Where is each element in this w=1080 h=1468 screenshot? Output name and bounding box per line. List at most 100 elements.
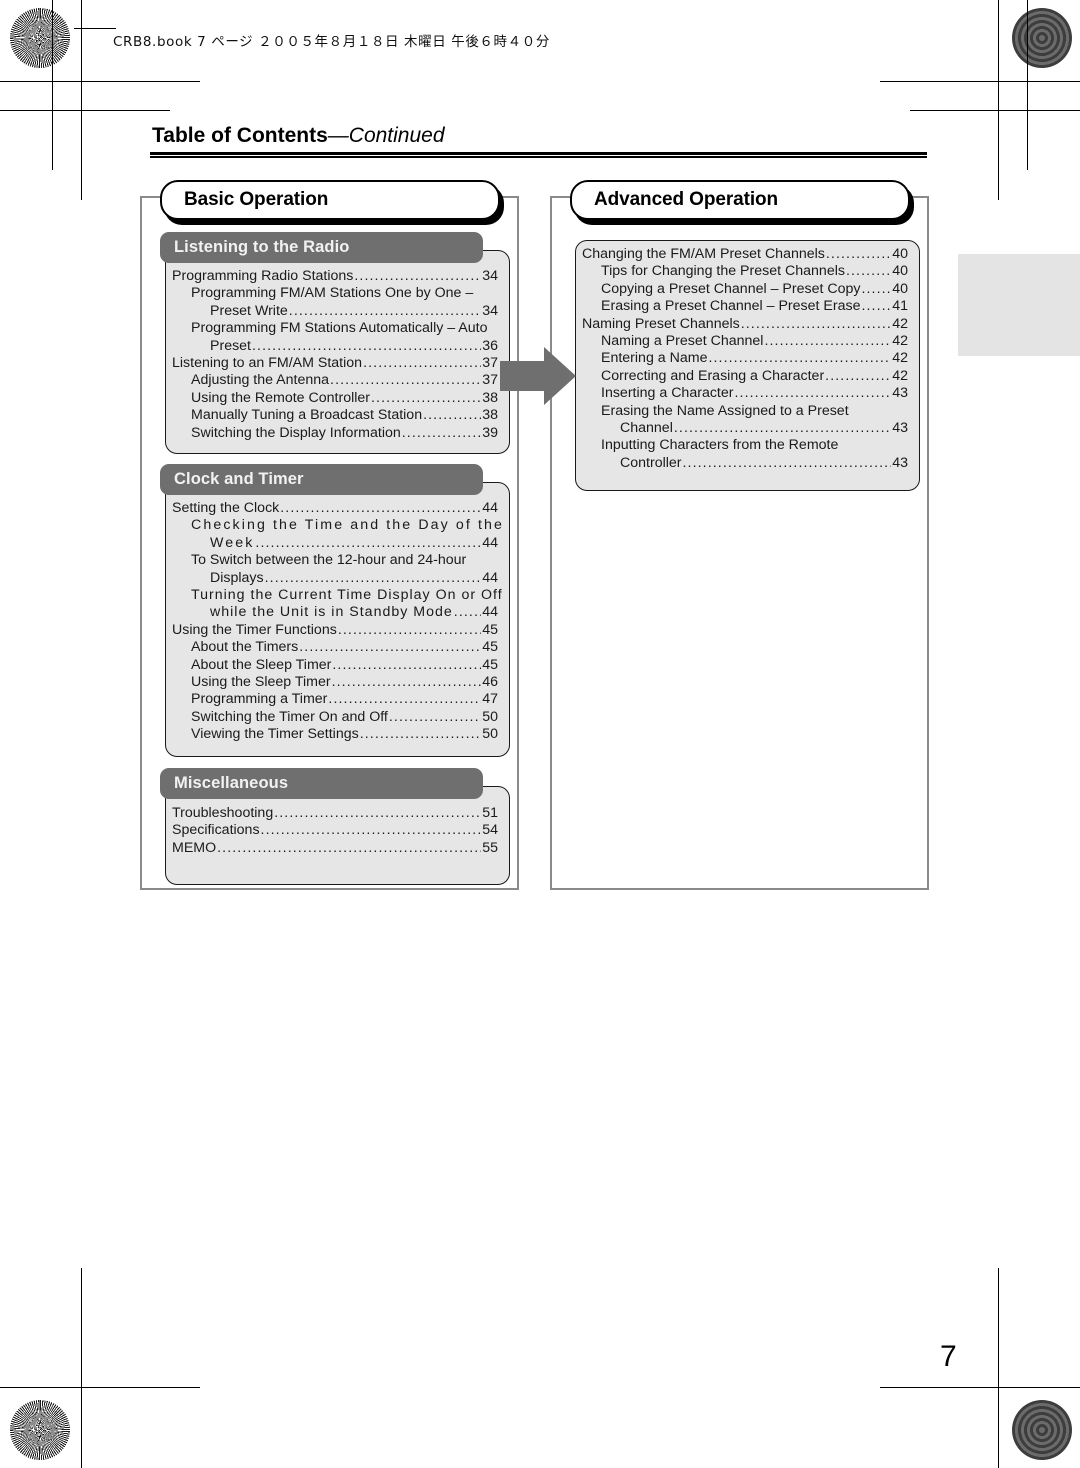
toc-entry-label: Using the Sleep Timer <box>191 674 331 691</box>
toc-entry-page: 43 <box>892 420 908 437</box>
toc-entry[interactable]: Troubleshooting.........................… <box>172 805 498 822</box>
toc-entry-label: Viewing the Timer Settings <box>191 726 359 743</box>
toc-entry[interactable]: Specifications..........................… <box>172 822 498 839</box>
toc-entry-label: Week <box>210 534 255 551</box>
toc-leader-dots: ........................................… <box>330 372 482 389</box>
toc-entry[interactable]: Naming Preset Channels..................… <box>582 316 908 333</box>
toc-entry-page: 34 <box>482 302 498 319</box>
toc-entry[interactable]: Changing the FM/AM Preset Channels......… <box>582 246 908 263</box>
toc-entry[interactable]: Turning the Current Time Display On or O… <box>172 587 502 604</box>
toc-entry[interactable]: Programming a Timer.....................… <box>172 691 498 708</box>
toc-entry[interactable]: Channel.................................… <box>582 420 908 437</box>
toc-entry-page: 44 <box>482 604 498 621</box>
toc-entry-label: Turning the Current Time Display On or O… <box>191 587 503 604</box>
toc-entry[interactable]: Erasing the Name Assigned to a Preset...… <box>582 403 908 420</box>
registration-mark-icon <box>963 1385 1019 1441</box>
toc-entry[interactable]: Setting the Clock.......................… <box>172 500 498 517</box>
toc-leader-dots: ........................................… <box>673 420 892 437</box>
toc-entry[interactable]: Using the Timer Functions...............… <box>172 622 498 639</box>
toc-list-miscellaneous: Troubleshooting.........................… <box>172 805 498 857</box>
toc-leader-dots: ........................................… <box>332 656 481 673</box>
registration-mark-icon <box>5 1318 61 1374</box>
toc-entry-page: 42 <box>892 367 908 384</box>
toc-entry[interactable]: Manually Tuning a Broadcast Station.....… <box>172 407 498 424</box>
toc-entry-label: About the Sleep Timer <box>191 656 332 673</box>
toc-entry[interactable]: Correcting and Erasing a Character......… <box>582 368 908 385</box>
toc-entry-label: Specifications <box>172 822 260 839</box>
toc-entry[interactable]: About the Sleep Timer...................… <box>172 657 498 674</box>
toc-entry-label: Controller <box>620 454 682 471</box>
toc-leader-dots: ........................................… <box>299 639 481 656</box>
toc-entry-page: 45 <box>482 656 498 673</box>
toc-entry-page: 42 <box>892 315 908 332</box>
toc-entry[interactable]: About the Timers........................… <box>172 639 498 656</box>
toc-entry[interactable]: Week....................................… <box>172 535 498 552</box>
toc-entry-page: 39 <box>482 424 498 441</box>
toc-leader-dots: ........................................… <box>401 424 482 441</box>
toc-entry-page: 44 <box>482 500 498 516</box>
starburst-mark-icon <box>10 8 70 68</box>
toc-entry-label: About the Timers <box>191 639 299 656</box>
title-divider <box>150 152 927 158</box>
toc-entry[interactable]: Using the Sleep Timer...................… <box>172 674 498 691</box>
toc-leader-dots: ........................................… <box>280 500 481 516</box>
header-rule <box>74 28 116 30</box>
toc-entry-label: Manually Tuning a Broadcast Station <box>191 407 423 424</box>
toc-entry-label: Entering a Name <box>601 350 708 367</box>
toc-leader-dots: ........................................… <box>764 333 891 350</box>
book-header-text: CRB8.book 7 ページ ２００５年８月１８日 木曜日 午後６時４０分 <box>113 34 550 50</box>
toc-entry-label: Troubleshooting <box>172 805 274 821</box>
toc-entry[interactable]: Copying a Preset Channel – Preset Copy..… <box>582 281 908 298</box>
toc-entry[interactable]: Preset Write............................… <box>172 303 498 320</box>
toc-entry-label: Using the Timer Functions <box>172 621 337 638</box>
toc-entry-label: Changing the FM/AM Preset Channels <box>582 246 825 262</box>
toc-entry[interactable]: Displays................................… <box>172 570 498 587</box>
toc-entry[interactable]: Switching the Display Information.......… <box>172 425 498 442</box>
toc-entry[interactable]: Entering a Name.........................… <box>582 350 908 367</box>
toc-entry-label: MEMO <box>172 839 217 856</box>
toc-entry[interactable]: Erasing a Preset Channel – Preset Erase.… <box>582 298 908 315</box>
toc-entry[interactable]: Naming a Preset Channel.................… <box>582 333 908 350</box>
toc-leader-dots: ........................................… <box>359 726 482 743</box>
toc-entry[interactable]: Using the Remote Controller.............… <box>172 390 498 407</box>
toc-leader-dots: ........................................… <box>260 822 482 839</box>
toc-entry-label: Correcting and Erasing a Character <box>601 367 825 384</box>
toc-entry[interactable]: while the Unit is in Standby Mode.......… <box>172 604 498 621</box>
toc-entry[interactable]: Tips for Changing the Preset Channels...… <box>582 263 908 280</box>
toc-entry-page: 44 <box>482 569 498 586</box>
toc-leader-dots: ........................................… <box>371 389 482 406</box>
toc-entry[interactable]: Inputting Characters from the Remote....… <box>582 437 908 454</box>
toc-entry[interactable]: Preset..................................… <box>172 338 498 355</box>
registration-mark-icon <box>512 1385 568 1441</box>
toc-entry[interactable]: MEMO....................................… <box>172 840 498 857</box>
toc-entry[interactable]: Viewing the Timer Settings..............… <box>172 726 498 743</box>
toc-entry[interactable]: To Switch between the 12-hour and 24-hou… <box>172 552 498 569</box>
toc-entry-label: Programming FM Stations Automatically – … <box>191 320 488 337</box>
toc-entry[interactable]: Checking the Time and the Day of the....… <box>172 517 502 534</box>
toc-entry-page: 45 <box>482 621 498 638</box>
toc-leader-dots: ........................................… <box>708 350 891 367</box>
toc-entry-page: 45 <box>482 639 498 656</box>
toc-entry[interactable]: Switching the Timer On and Off..........… <box>172 709 498 726</box>
toc-leader-dots: ........................................… <box>274 805 482 821</box>
toc-entry-label: Switching the Timer On and Off <box>191 708 388 725</box>
toc-entry-page: 38 <box>482 389 498 406</box>
toc-entry[interactable]: Programming Radio Stations..............… <box>172 268 498 285</box>
toc-entry-page: 43 <box>892 385 908 402</box>
toc-leader-dots: ........................................… <box>861 298 891 315</box>
toc-entry[interactable]: Adjusting the Antenna...................… <box>172 372 498 389</box>
toc-entry[interactable]: Programming FM/AM Stations One by One –.… <box>172 285 498 302</box>
toc-leader-dots: ........................................… <box>845 263 892 280</box>
toc-entry-label: Erasing the Name Assigned to a Preset <box>601 402 849 419</box>
toc-entry[interactable]: Controller..............................… <box>582 455 908 472</box>
page-title-continued: Continued <box>348 124 445 147</box>
toc-entry[interactable]: Inserting a Character...................… <box>582 385 908 402</box>
toc-entry[interactable]: Programming FM Stations Automatically – … <box>172 320 498 337</box>
toc-entry-label: Listening to an FM/AM Station <box>172 355 363 372</box>
toc-entry-label: Copying a Preset Channel – Preset Copy <box>601 280 861 297</box>
toc-entry[interactable]: Listening to an FM/AM Station...........… <box>172 355 498 372</box>
toc-entry-label: Setting the Clock <box>172 500 280 516</box>
toc-entry-label: Inputting Characters from the Remote <box>601 437 839 454</box>
toc-entry-page: 47 <box>482 691 498 708</box>
toc-leader-dots: ........................................… <box>363 355 481 372</box>
